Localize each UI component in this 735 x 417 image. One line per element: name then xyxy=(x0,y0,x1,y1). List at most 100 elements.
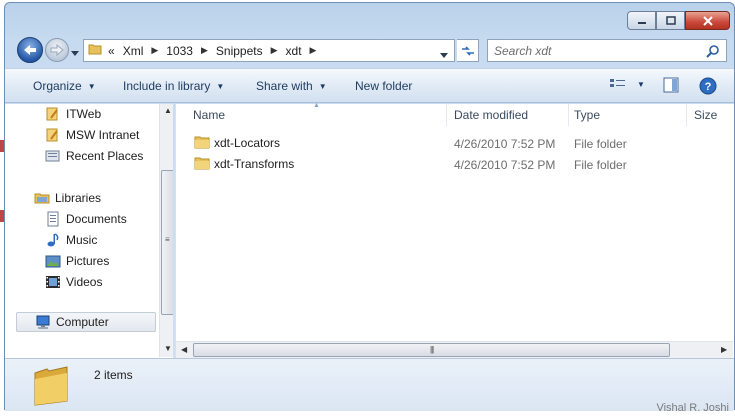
breadcrumb-separator-icon[interactable]: ▶ xyxy=(310,45,317,56)
include-in-library-button[interactable]: Include in library ▼ xyxy=(123,79,224,93)
caption-buttons xyxy=(627,11,730,30)
nav-item-label: Recent Places xyxy=(66,149,144,163)
nav-item-label: ITWeb xyxy=(66,107,102,121)
arrow-right-icon xyxy=(50,44,64,56)
nav-item-pictures[interactable]: Pictures xyxy=(45,251,109,271)
preview-pane-icon xyxy=(663,77,679,93)
maximize-button[interactable] xyxy=(656,11,685,30)
column-header-label: Size xyxy=(694,108,718,122)
folder-icon xyxy=(33,365,71,410)
close-button[interactable] xyxy=(685,11,730,30)
nav-item-msw-intranet[interactable]: MSW Intranet xyxy=(45,125,139,145)
address-history-dropdown[interactable] xyxy=(440,48,448,62)
share-with-label: Share with xyxy=(256,79,313,93)
breadcrumb-overflow[interactable]: « xyxy=(108,44,115,58)
include-in-library-label: Include in library xyxy=(123,79,211,93)
file-name: xdt-Transforms xyxy=(214,157,295,171)
column-header-label: Name xyxy=(193,108,226,122)
chevron-down-icon xyxy=(71,51,79,56)
column-divider[interactable] xyxy=(686,104,687,126)
nav-item-label: Computer xyxy=(56,315,109,329)
file-date: 4/26/2010 7:52 PM xyxy=(454,137,556,151)
chevron-down-icon: ▼ xyxy=(216,81,225,91)
pictures-icon xyxy=(45,253,61,269)
refresh-icon xyxy=(461,45,474,56)
recent-places-icon xyxy=(45,148,61,164)
chevron-down-icon: ▼ xyxy=(87,81,96,91)
nav-pane-scrollbar[interactable]: ▲ ≡ ▼ xyxy=(159,104,173,357)
chevron-down-icon[interactable]: ▼ xyxy=(637,80,645,89)
breadcrumb: « Xml ▶ 1033 ▶ Snippets ▶ xdt ▶ xyxy=(108,44,324,58)
search-input[interactable]: Search xdt xyxy=(494,44,551,58)
column-header-date-modified[interactable]: Date modified xyxy=(454,104,528,126)
folder-icon xyxy=(194,155,210,174)
views-icon xyxy=(610,79,625,87)
nav-item-documents[interactable]: Documents xyxy=(45,209,127,229)
breadcrumb-xml[interactable]: Xml xyxy=(123,44,144,58)
search-box[interactable]: Search xdt xyxy=(487,39,727,62)
file-list-horizontal-scrollbar[interactable]: ◀ ||| ▶ xyxy=(176,341,733,358)
column-header-name[interactable]: Name xyxy=(193,104,225,126)
close-icon xyxy=(702,15,713,26)
scroll-up-icon[interactable]: ▲ xyxy=(164,106,172,115)
scroll-right-icon[interactable]: ▶ xyxy=(721,345,727,354)
nav-item-computer[interactable]: Computer xyxy=(16,312,156,332)
nav-item-label: MSW Intranet xyxy=(66,128,140,142)
music-icon xyxy=(45,232,61,248)
column-header-label: Date modified xyxy=(454,108,529,122)
file-name: xdt-Locators xyxy=(214,136,281,150)
recent-pages-dropdown[interactable] xyxy=(71,46,81,56)
breadcrumb-xdt[interactable]: xdt xyxy=(286,44,302,58)
breadcrumb-separator-icon[interactable]: ▶ xyxy=(201,45,208,56)
share-with-button[interactable]: Share with ▼ xyxy=(256,79,327,93)
nav-item-recent-places[interactable]: Recent Places xyxy=(45,146,143,166)
item-count: 2 items xyxy=(94,368,133,382)
column-header-label: Type xyxy=(574,108,601,122)
nav-item-itweb[interactable]: ITWeb xyxy=(45,104,101,124)
forward-button[interactable] xyxy=(45,38,69,62)
nav-item-label: Music xyxy=(66,233,98,247)
chevron-down-icon xyxy=(440,53,448,58)
videos-icon xyxy=(45,274,61,290)
documents-icon xyxy=(45,211,61,227)
command-bar: Organize ▼ Include in library ▼ Share with… xyxy=(5,68,734,103)
file-date: 4/26/2010 7:52 PM xyxy=(454,158,556,172)
nav-item-videos[interactable]: Videos xyxy=(45,272,102,292)
file-list-scroll-thumb[interactable]: ||| xyxy=(193,343,670,357)
file-type: File folder xyxy=(574,137,627,151)
help-button[interactable]: ? xyxy=(699,77,717,95)
search-icon[interactable] xyxy=(706,44,720,61)
sort-ascending-icon: ▲ xyxy=(313,102,320,109)
views-button[interactable]: ▼ xyxy=(609,77,645,91)
organize-label: Organize xyxy=(33,79,82,93)
folder-icon xyxy=(194,134,210,153)
nav-pane-scroll-thumb[interactable]: ≡ xyxy=(161,170,173,315)
breadcrumb-separator-icon[interactable]: ▶ xyxy=(151,45,158,56)
file-type: File folder xyxy=(574,158,627,172)
breadcrumb-snippets[interactable]: Snippets xyxy=(216,44,263,58)
column-divider[interactable] xyxy=(446,104,447,126)
column-divider[interactable] xyxy=(568,104,569,126)
folder-icon xyxy=(88,42,102,59)
scroll-down-icon[interactable]: ▼ xyxy=(164,344,172,353)
column-header-type[interactable]: Type xyxy=(574,104,600,126)
new-folder-button[interactable]: New folder xyxy=(355,79,412,93)
back-button[interactable] xyxy=(17,37,43,63)
breadcrumb-1033[interactable]: 1033 xyxy=(166,44,193,58)
scroll-left-icon[interactable]: ◀ xyxy=(181,345,187,354)
refresh-button[interactable] xyxy=(457,39,479,62)
column-header-size[interactable]: Size xyxy=(694,104,717,126)
help-icon: ? xyxy=(699,77,717,95)
network-place-icon xyxy=(45,127,61,143)
address-bar[interactable]: « Xml ▶ 1033 ▶ Snippets ▶ xdt ▶ xyxy=(83,39,455,62)
nav-item-libraries[interactable]: Libraries xyxy=(34,188,101,208)
nav-item-music[interactable]: Music xyxy=(45,230,97,250)
file-list: ▲ Name Date modified Type Size xdt-Locat… xyxy=(175,102,734,358)
nav-item-label: Documents xyxy=(66,212,127,226)
preview-pane-button[interactable] xyxy=(663,77,679,93)
maximize-icon xyxy=(665,15,676,25)
organize-button[interactable]: Organize ▼ xyxy=(33,79,96,93)
minimize-button[interactable] xyxy=(627,11,656,30)
breadcrumb-separator-icon[interactable]: ▶ xyxy=(271,45,278,56)
chevron-down-icon: ▼ xyxy=(318,81,327,91)
